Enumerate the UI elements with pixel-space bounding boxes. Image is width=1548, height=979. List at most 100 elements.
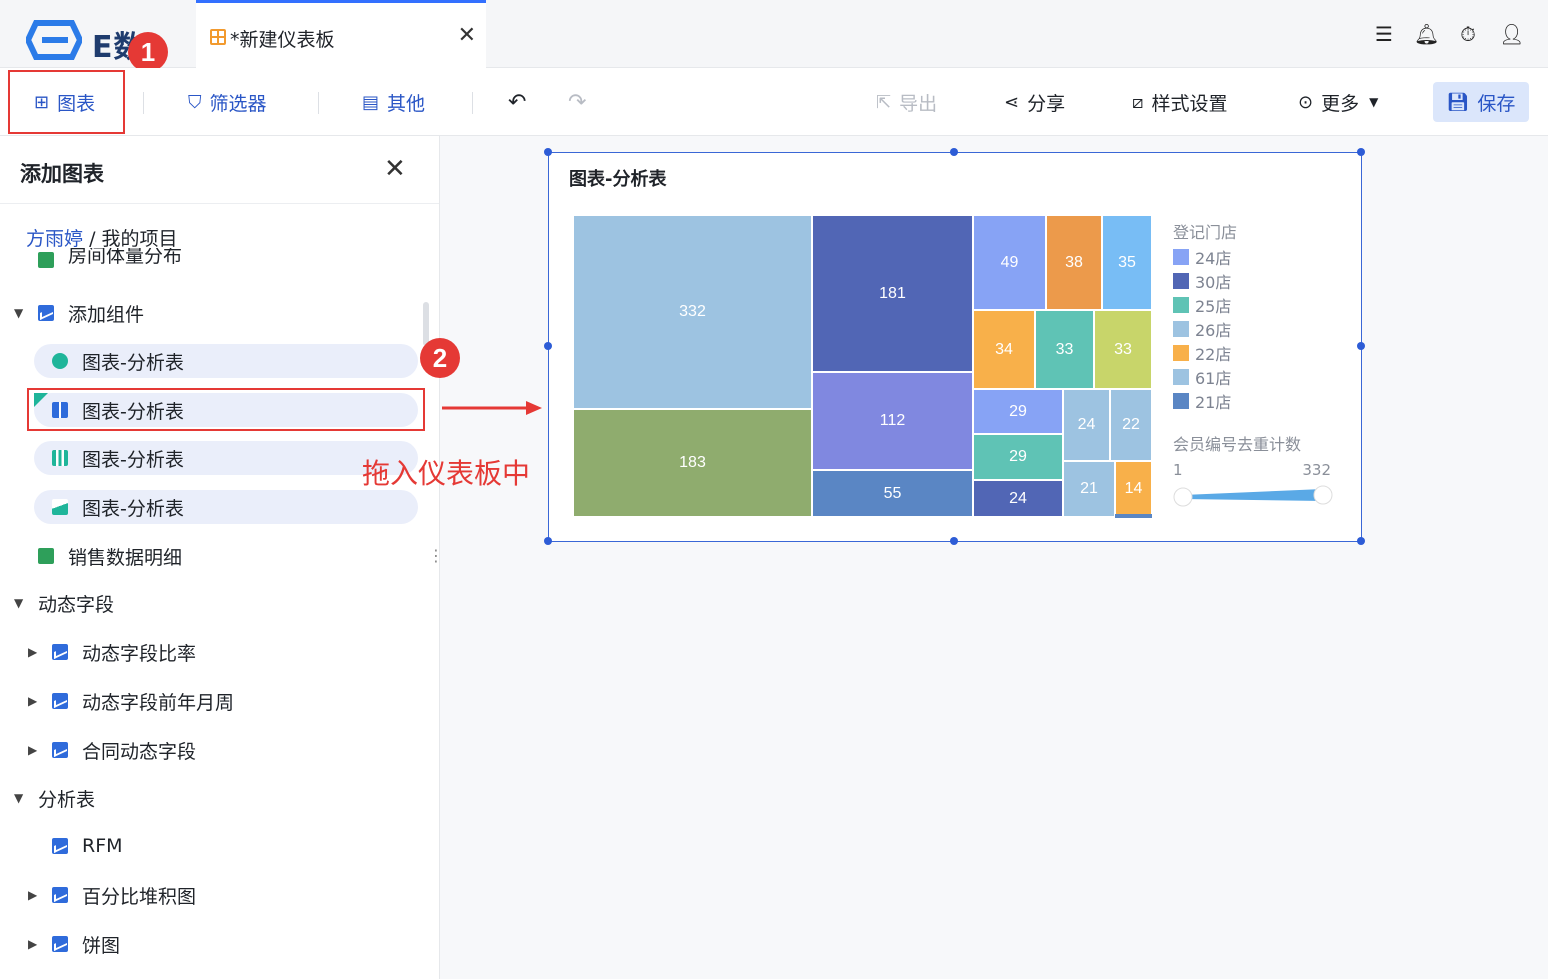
treemap-tile[interactable]: 24 bbox=[1063, 389, 1110, 461]
close-icon[interactable]: ✕ bbox=[384, 154, 406, 184]
save-button[interactable]: 💾︎ 保存 bbox=[1433, 82, 1529, 122]
legend-item[interactable]: 21店 bbox=[1173, 389, 1343, 413]
chart-legend: 登记门店 24店 30店 25店 26店 22店 61店 21店 会员编号去重计数 1 33… bbox=[1173, 219, 1343, 513]
chart-item-pie-content[interactable]: 图表-分析表 bbox=[52, 344, 184, 378]
tree-item-label: 合同动态字段 bbox=[82, 740, 197, 763]
tree-group-analysis[interactable]: ▼ 分析表 bbox=[14, 781, 95, 815]
treemap-tile[interactable]: 22 bbox=[1110, 389, 1152, 461]
bell-icon[interactable]: 🔔︎ bbox=[1414, 22, 1439, 46]
close-tab-icon[interactable]: ✕ bbox=[458, 23, 476, 48]
arrow-right-icon bbox=[442, 401, 542, 415]
resize-handle[interactable] bbox=[1357, 537, 1365, 545]
breadcrumb-root[interactable]: 方雨婷 bbox=[26, 228, 83, 250]
resize-handle[interactable] bbox=[544, 342, 552, 350]
timer-icon[interactable]: ⏱︎ bbox=[1456, 22, 1480, 46]
range-slider[interactable] bbox=[1173, 485, 1333, 509]
step-badge-2: 2 bbox=[420, 338, 460, 378]
treemap-tile[interactable]: 332 bbox=[573, 215, 812, 409]
legend-item[interactable]: 30店 bbox=[1173, 269, 1343, 293]
treemap-tile[interactable]: 29 bbox=[973, 389, 1063, 434]
resize-handle[interactable] bbox=[1357, 148, 1365, 156]
legend-swatch bbox=[1173, 369, 1189, 385]
treemap-tile[interactable]: 183 bbox=[573, 409, 812, 517]
line-chart-icon bbox=[52, 742, 68, 758]
treemap-tile[interactable] bbox=[1115, 514, 1152, 518]
list-item[interactable]: 房间体量分布 bbox=[38, 248, 182, 268]
treemap-tile[interactable]: 34 bbox=[973, 310, 1035, 389]
filter-button[interactable]: ⛉ 筛选器 bbox=[188, 68, 267, 136]
chart-item-label: 图表-分析表 bbox=[82, 497, 184, 520]
other-button[interactable]: ▤ 其他 bbox=[362, 68, 425, 136]
treemap-tile[interactable]: 29 bbox=[973, 434, 1063, 480]
user-icon[interactable]: 👤︎ bbox=[1499, 22, 1524, 46]
treemap-tile[interactable]: 112 bbox=[812, 372, 973, 470]
legend-list[interactable]: 24店 30店 25店 26店 22店 61店 21店 bbox=[1173, 245, 1343, 413]
treemap-tile[interactable]: 35 bbox=[1102, 215, 1152, 310]
tree-item[interactable]: ▶ 动态字段比率 bbox=[28, 635, 196, 669]
tab-dashboard[interactable]: *新建仪表板 ✕ bbox=[196, 0, 486, 68]
treemap-tile[interactable]: 49 bbox=[973, 215, 1046, 310]
tree-item-label: 动态字段比率 bbox=[82, 642, 197, 665]
legend-item[interactable]: 24店 bbox=[1173, 245, 1343, 269]
widget-title: 图表-分析表 bbox=[569, 169, 667, 190]
divider bbox=[472, 92, 473, 114]
resize-handle[interactable] bbox=[1357, 342, 1365, 350]
treemap-tile[interactable]: 55 bbox=[812, 470, 973, 517]
chart-item-bar-content[interactable]: 图表-分析表 bbox=[52, 441, 184, 475]
tab-title: *新建仪表板 bbox=[230, 29, 335, 51]
group-label: 动态字段 bbox=[38, 593, 115, 616]
line-chart-icon bbox=[52, 936, 68, 952]
divider bbox=[0, 203, 439, 204]
resize-handle[interactable] bbox=[950, 537, 958, 545]
more-options-icon[interactable]: ⋮ bbox=[428, 546, 439, 565]
caret-right-icon: ▶ bbox=[28, 645, 38, 659]
range-max: 332 bbox=[1302, 461, 1331, 479]
scrollbar[interactable] bbox=[423, 302, 429, 346]
step-badge-1: 1 bbox=[128, 32, 168, 72]
legend-item[interactable]: 22店 bbox=[1173, 341, 1343, 365]
caret-down-icon: ▼ bbox=[14, 596, 24, 610]
more-button[interactable]: ⊙ 更多 ▼ bbox=[1298, 68, 1378, 136]
tree-group-add-component[interactable]: ▼ 添加组件 bbox=[14, 296, 144, 330]
tree-item[interactable]: ▶ 饼图 bbox=[28, 927, 120, 961]
style-settings-button[interactable]: ⧄ 样式设置 bbox=[1132, 68, 1227, 136]
list-item-sales[interactable]: 销售数据明细 bbox=[38, 539, 182, 573]
tree-item[interactable]: ▶ 合同动态字段 bbox=[28, 733, 196, 767]
treemap-tile[interactable]: 33 bbox=[1035, 310, 1094, 389]
dashboard-widget[interactable]: 图表-分析表 332 183 181 112 55 49 38 35 34 33 33 29 29 24 2… bbox=[548, 152, 1362, 542]
bar-chart-icon bbox=[52, 450, 68, 466]
treemap-tile[interactable]: 24 bbox=[973, 480, 1063, 517]
resize-handle[interactable] bbox=[544, 148, 552, 156]
tree-item[interactable]: ▶ 百分比堆积图 bbox=[28, 878, 196, 912]
treemap-tile[interactable]: 33 bbox=[1094, 310, 1152, 389]
resize-handle[interactable] bbox=[950, 148, 958, 156]
table-icon bbox=[38, 548, 54, 564]
line-chart-icon bbox=[52, 838, 68, 854]
treemap-tile[interactable]: 181 bbox=[812, 215, 973, 372]
add-chart-panel: 添加图表 ✕ 方雨婷 / 我的项目 房间体量分布 ▼ 添加组件 图表-分析表 图… bbox=[0, 136, 440, 979]
tree-item[interactable]: RFM bbox=[52, 829, 123, 863]
treemap-tile[interactable]: 21 bbox=[1063, 461, 1115, 517]
resize-handle[interactable] bbox=[544, 537, 552, 545]
share-button[interactable]: ⋖ 分享 bbox=[1004, 68, 1065, 136]
dashboard-icon bbox=[210, 29, 226, 45]
filter-icon: ⛉ bbox=[188, 91, 202, 113]
tree-item[interactable]: ▶ 动态字段前年月周 bbox=[28, 684, 234, 718]
undo-icon[interactable]: ↶ bbox=[508, 68, 526, 136]
treemap-tile[interactable]: 14 bbox=[1115, 461, 1152, 517]
breadcrumb: 方雨婷 / 我的项目 bbox=[26, 224, 178, 251]
caret-right-icon: ▶ bbox=[28, 888, 38, 902]
legend-item[interactable]: 26店 bbox=[1173, 317, 1343, 341]
table-icon bbox=[38, 252, 54, 268]
legend-item[interactable]: 61店 bbox=[1173, 365, 1343, 389]
checklist-icon[interactable]: ☰ bbox=[1372, 22, 1396, 46]
legend-item[interactable]: 25店 bbox=[1173, 293, 1343, 317]
breadcrumb-separator: / bbox=[89, 228, 96, 250]
tree-group-dynamic[interactable]: ▼ 动态字段 bbox=[14, 586, 114, 620]
treemap-tile[interactable]: 38 bbox=[1046, 215, 1102, 310]
export-button[interactable]: ⇱ 导出 bbox=[876, 68, 937, 136]
highlight-chart-button bbox=[8, 70, 125, 134]
redo-icon[interactable]: ↷ bbox=[568, 68, 586, 136]
chart-item-area-content[interactable]: 图表-分析表 bbox=[52, 490, 184, 524]
share-label: 分享 bbox=[1027, 92, 1066, 115]
